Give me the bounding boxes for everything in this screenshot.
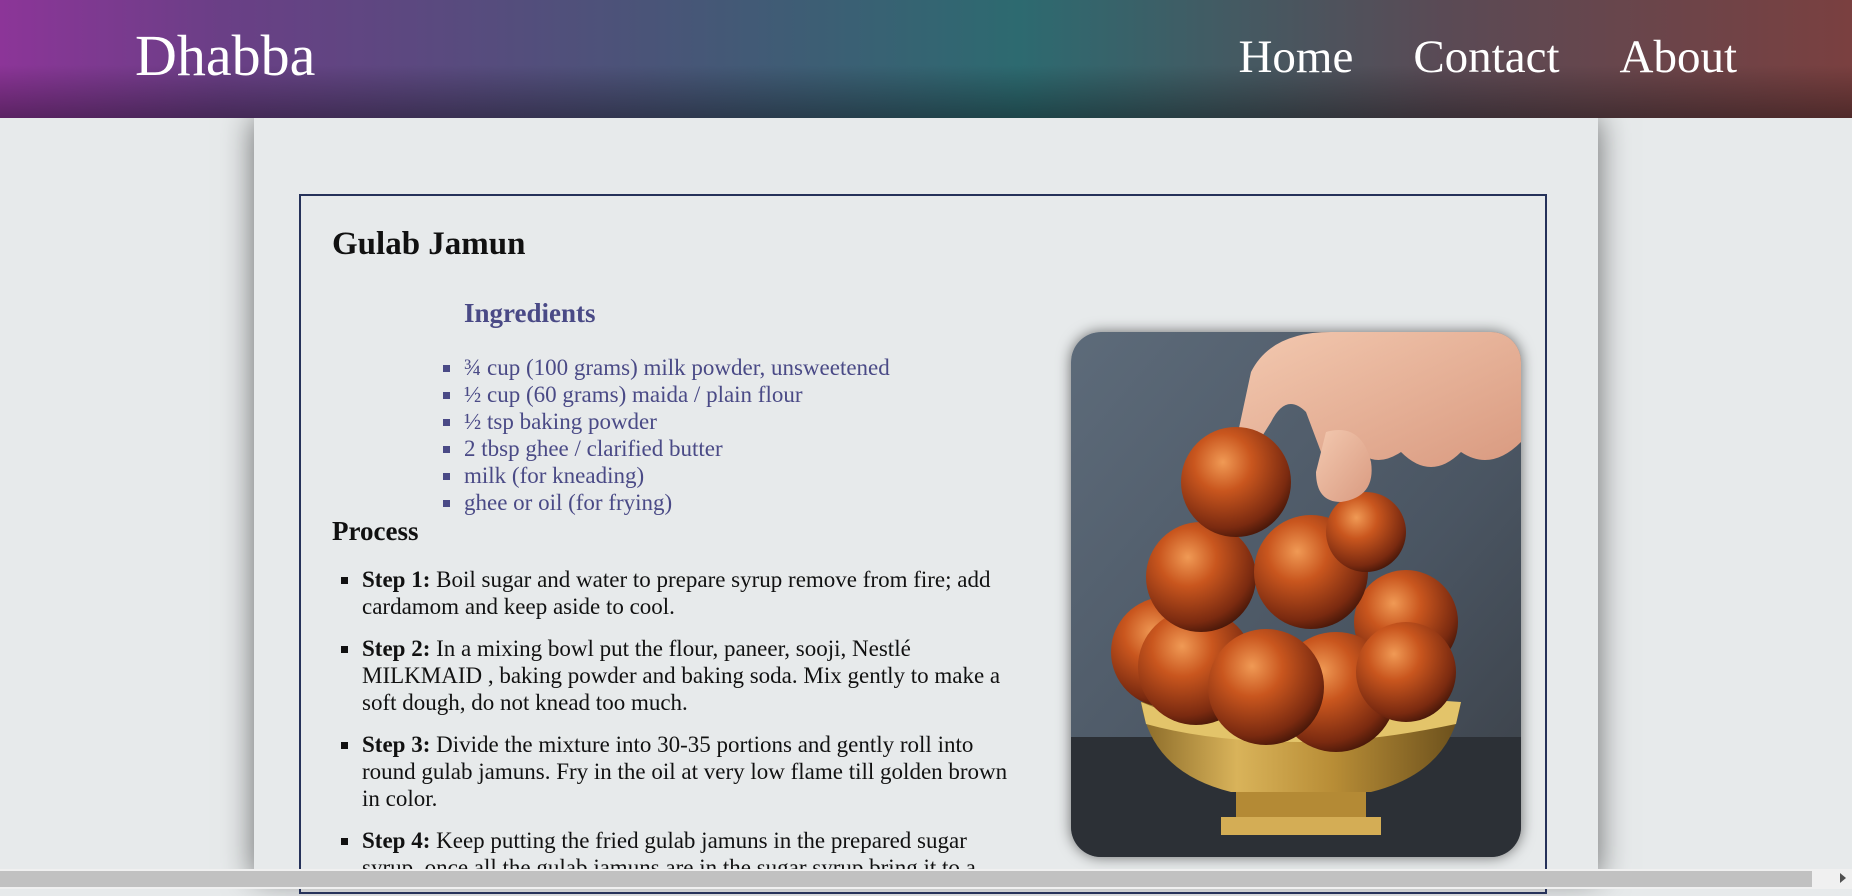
ingredient-item: ghee or oil (for frying) xyxy=(443,489,890,516)
process-step: Step 1: Boil sugar and water to prepare … xyxy=(341,566,1022,620)
ingredients-heading: Ingredients xyxy=(464,298,596,328)
step-text: Boil sugar and water to prepare syrup re… xyxy=(362,567,991,619)
nav-link-contact[interactable]: Contact xyxy=(1413,30,1559,84)
ingredient-item: milk (for kneading) xyxy=(443,462,890,489)
process-heading: Process xyxy=(332,516,419,546)
horizontal-scrollbar[interactable] xyxy=(0,869,1852,889)
step-text: Divide the mixture into 30-35 portions a… xyxy=(362,732,1008,811)
scroll-right-icon[interactable] xyxy=(1840,873,1846,883)
step-label: Step 1: xyxy=(362,567,431,592)
recipe-box: Gulab Jamun Ingredients ¾ cup (100 grams… xyxy=(299,194,1547,894)
scrollbar-thumb[interactable] xyxy=(0,871,1812,887)
recipe-title: Gulab Jamun xyxy=(332,226,526,262)
ingredient-item: ½ cup (60 grams) maida / plain flour xyxy=(443,381,890,408)
ingredient-item: 2 tbsp ghee / clarified butter xyxy=(443,435,890,462)
process-step: Step 2: In a mixing bowl put the flour, … xyxy=(341,635,1022,716)
gulab-jamun-photo xyxy=(1071,332,1521,857)
ingredient-item: ½ tsp baking powder xyxy=(443,408,890,435)
ingredient-item: ¾ cup (100 grams) milk powder, unsweeten… xyxy=(443,355,890,380)
process-steps: Step 1: Boil sugar and water to prepare … xyxy=(341,566,1022,896)
step-label: Step 2: xyxy=(362,636,431,661)
ingredients-list: ¾ cup (100 grams) milk powder, unsweeten… xyxy=(443,354,890,516)
brand-logo[interactable]: Dhabba xyxy=(135,22,315,89)
step-text: In a mixing bowl put the flour, paneer, … xyxy=(362,636,1001,715)
step-label: Step 4: xyxy=(362,828,431,853)
step-label: Step 3: xyxy=(362,732,431,757)
nav-links: Home Contact About xyxy=(1238,30,1737,84)
nav-link-about[interactable]: About xyxy=(1620,30,1738,84)
process-step: Step 3: Divide the mixture into 30-35 po… xyxy=(341,731,1022,812)
nav-link-home[interactable]: Home xyxy=(1238,30,1353,84)
navbar: Dhabba Home Contact About xyxy=(0,0,1852,118)
content-card: Gulab Jamun Ingredients ¾ cup (100 grams… xyxy=(254,118,1598,894)
